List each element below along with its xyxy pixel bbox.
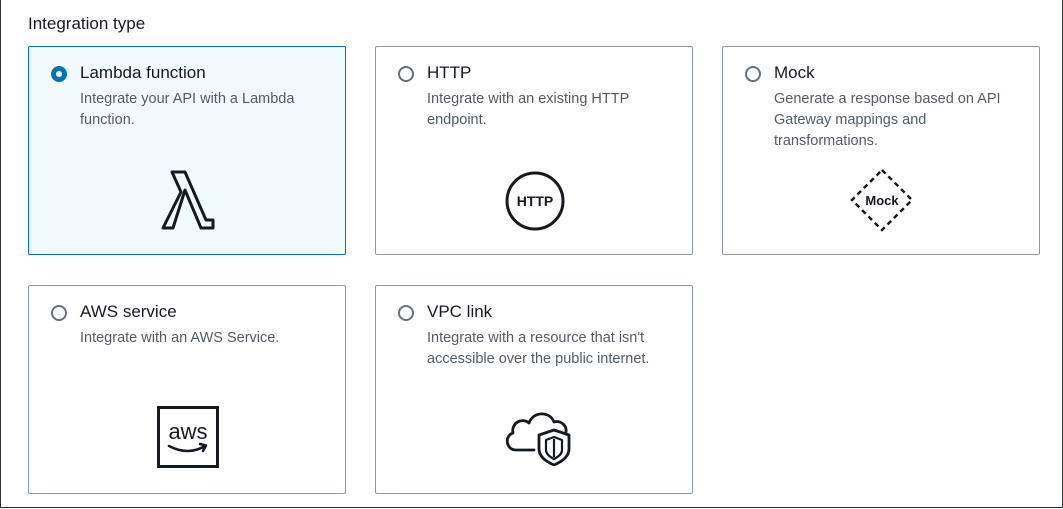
- aws-service-radio[interactable]: [51, 305, 67, 321]
- lambda-icon: [161, 170, 215, 230]
- vpc-link-radio[interactable]: [398, 305, 414, 321]
- aws-logo-icon: aws: [157, 406, 219, 468]
- integration-option-aws-service[interactable]: AWS service Integrate with an AWS Servic…: [28, 285, 346, 494]
- aws-logo-text: aws: [168, 419, 207, 444]
- mock-icon: Mock: [850, 168, 914, 232]
- lambda-description: Integrate your API with a Lambda functio…: [80, 91, 295, 128]
- http-icon: HTTP: [505, 171, 565, 231]
- mock-radio[interactable]: [745, 66, 761, 82]
- lambda-radio[interactable]: [51, 66, 67, 82]
- integration-option-vpc-link[interactable]: VPC link Integrate with a resource that …: [375, 285, 693, 494]
- aws-service-description: Integrate with an AWS Service.: [80, 330, 280, 346]
- mock-title: Mock: [774, 63, 815, 82]
- lambda-title: Lambda function: [80, 63, 206, 82]
- http-title: HTTP: [427, 63, 472, 82]
- http-description: Integrate with an existing HTTP endpoint…: [427, 91, 630, 128]
- vpc-link-description: Integrate with a resource that isn't acc…: [427, 330, 650, 367]
- integration-option-http[interactable]: HTTP Integrate with an existing HTTP end…: [375, 46, 693, 255]
- cloud-shield-icon: [505, 412, 571, 466]
- http-icon-text: HTTP: [517, 193, 554, 209]
- http-radio[interactable]: [398, 66, 414, 82]
- section-title: Integration type: [28, 14, 146, 33]
- mock-icon-text: Mock: [865, 193, 899, 208]
- integration-option-mock[interactable]: Mock Generate a response based on API Ga…: [722, 46, 1040, 255]
- mock-description: Generate a response based on API Gateway…: [774, 91, 1001, 149]
- aws-service-title: AWS service: [80, 302, 177, 321]
- integration-option-lambda[interactable]: Lambda function Integrate your API with …: [28, 46, 346, 255]
- vpc-link-title: VPC link: [427, 302, 493, 321]
